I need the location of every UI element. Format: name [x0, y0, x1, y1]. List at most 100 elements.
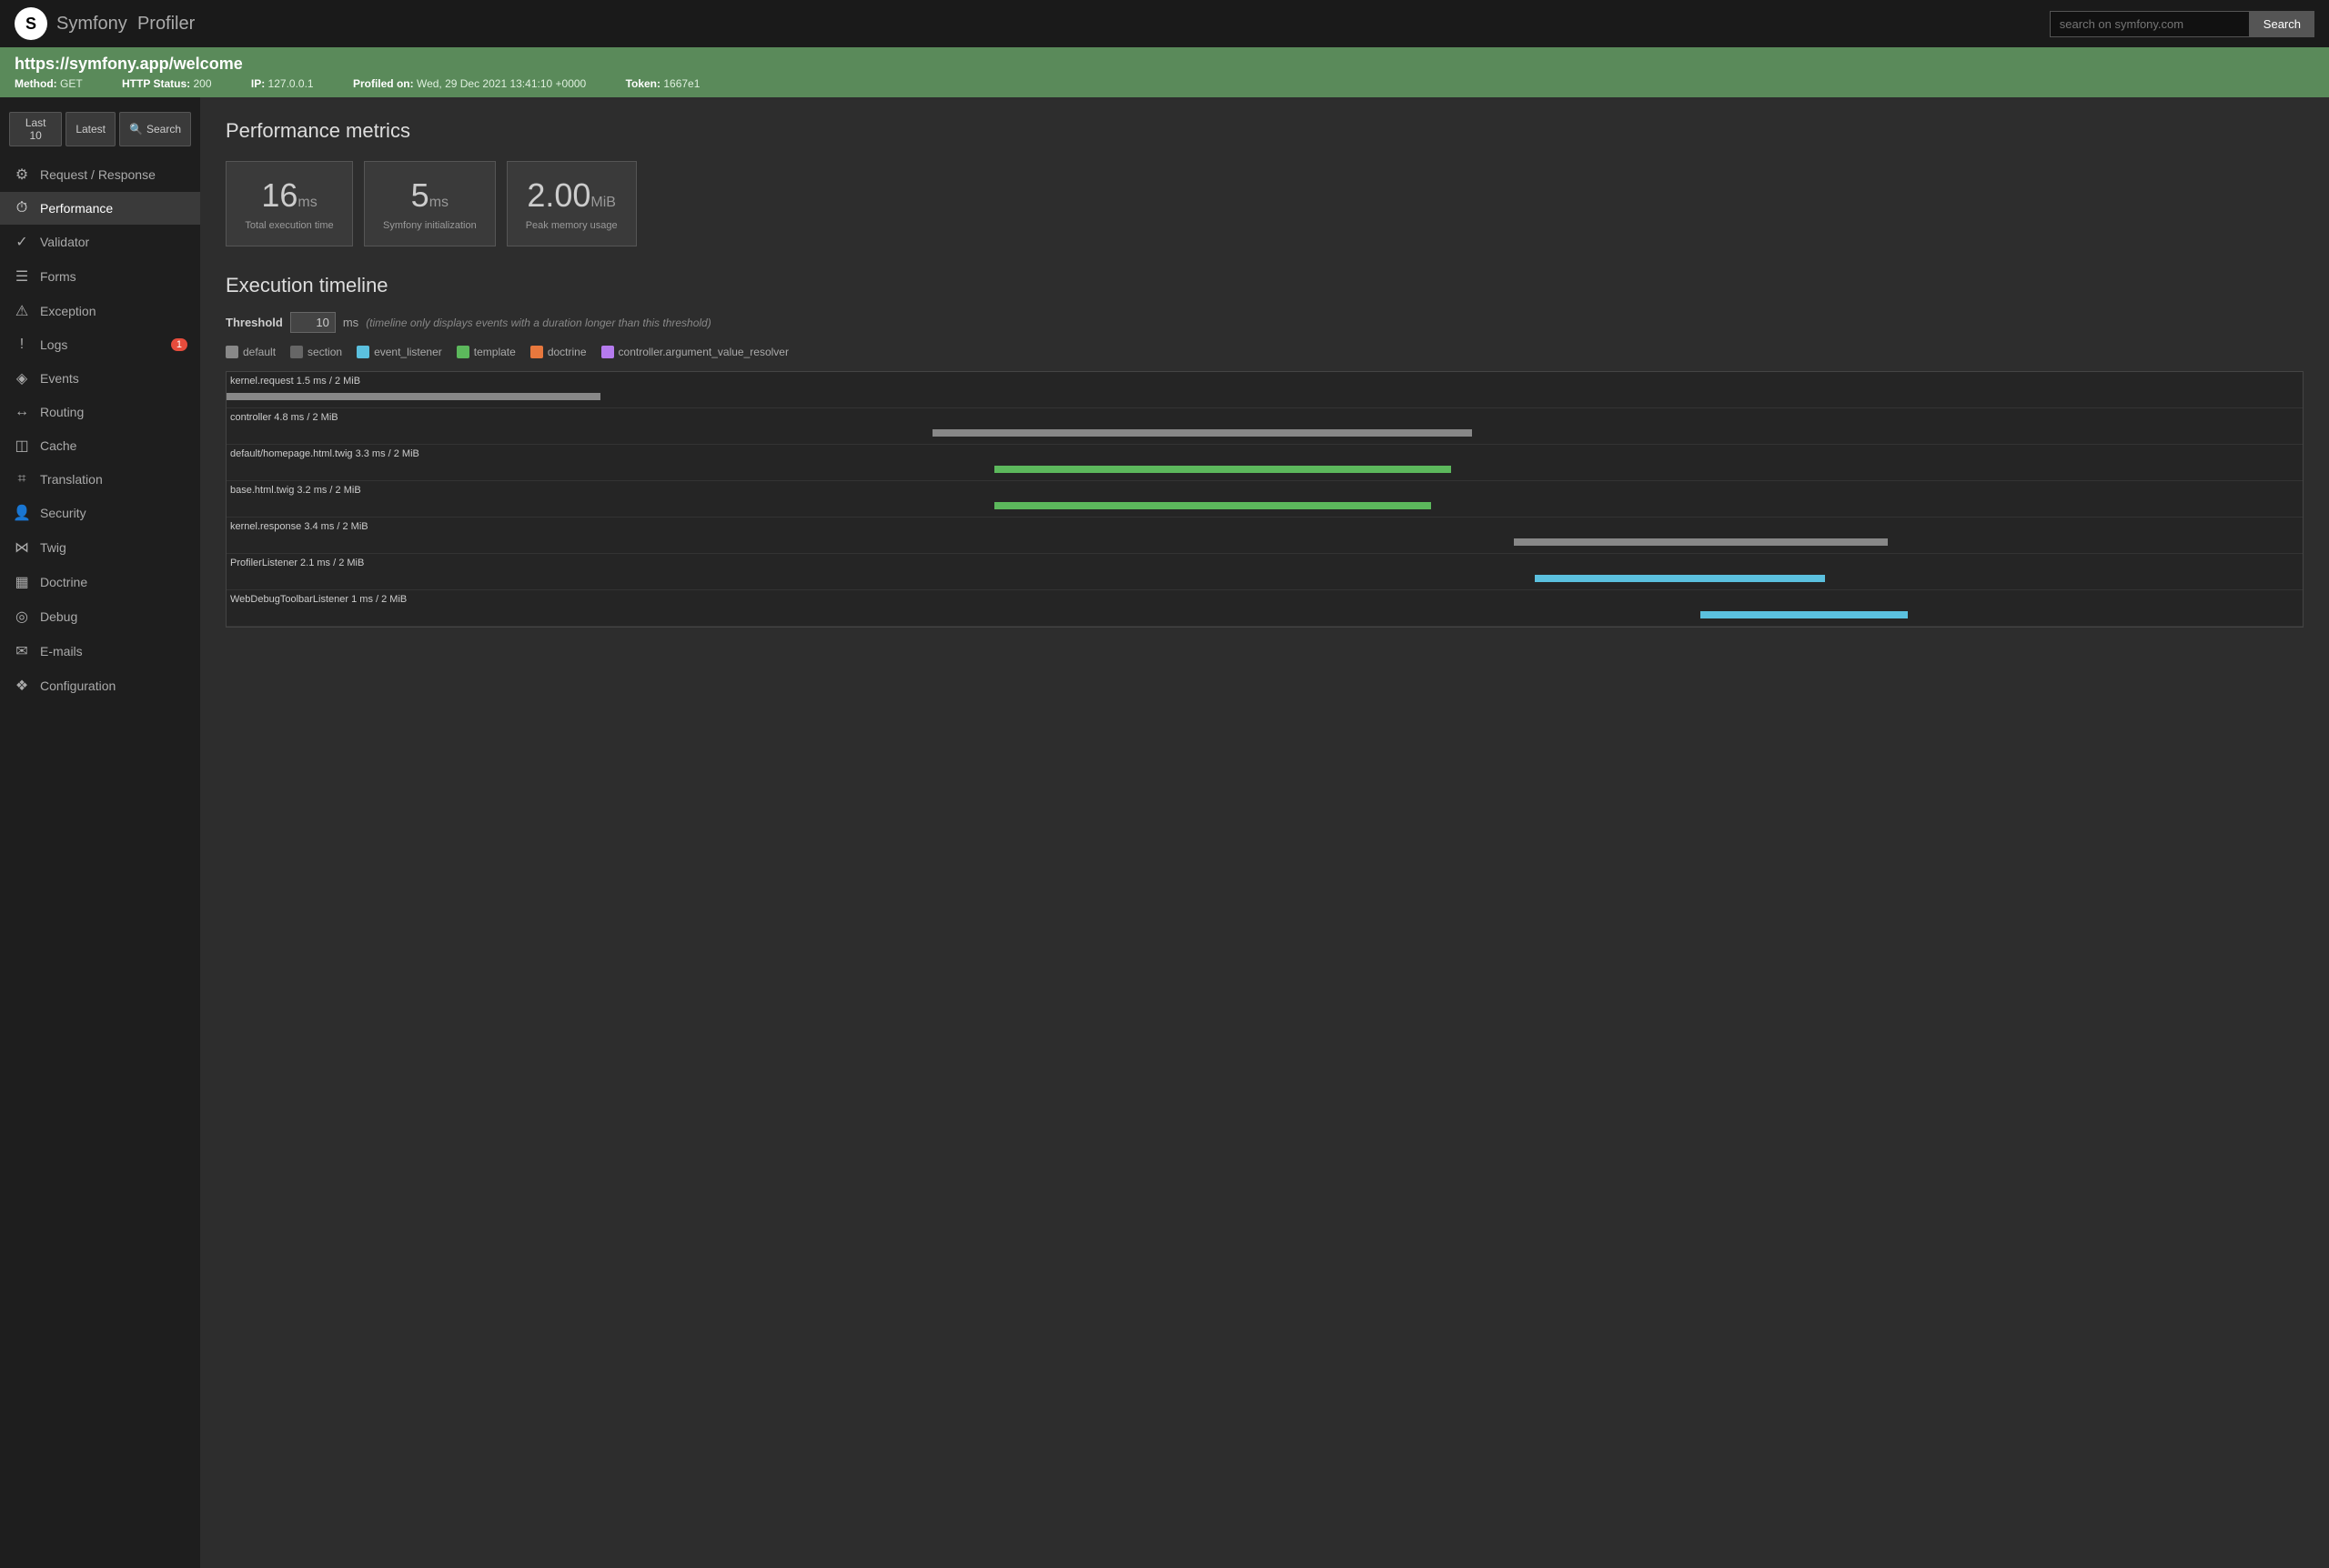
app-title: Symfony Profiler	[56, 14, 195, 35]
forms-icon: ☰	[13, 267, 31, 286]
timeline-row: WebDebugToolbarListener 1 ms / 2 MiB	[227, 590, 2303, 627]
legend-section: section	[290, 346, 342, 358]
ip-value: 127.0.0.1	[268, 77, 314, 90]
metrics-row: 16ms Total execution time 5ms Symfony in…	[226, 161, 2304, 246]
exception-icon: ⚠	[13, 302, 31, 320]
sidebar-item-events[interactable]: ◈ Events	[0, 361, 200, 396]
timeline-bar	[994, 502, 1430, 509]
main-content: Performance metrics 16ms Total execution…	[200, 97, 2329, 1568]
metric-unit: ms	[429, 195, 449, 210]
sidebar-item-configuration[interactable]: ❖ Configuration	[0, 668, 200, 703]
logo-letter: S	[25, 15, 36, 34]
routing-icon: ↔	[13, 404, 31, 420]
timeline-bar	[1514, 538, 1888, 546]
top-bar: S Symfony Profiler Search	[0, 0, 2329, 47]
request-meta: Method: GET HTTP Status: 200 IP: 127.0.0…	[15, 77, 2314, 90]
legend-color-controller_arg	[601, 346, 614, 358]
sidebar-item-security[interactable]: 👤 Security	[0, 496, 200, 530]
logs-icon: !	[13, 337, 31, 353]
metric-label: Symfony initialization	[383, 220, 477, 231]
sidebar-item-label-request-response: Request / Response	[40, 167, 156, 182]
top-bar-brand: S Symfony Profiler	[15, 7, 195, 40]
metric-unit: ms	[297, 195, 317, 210]
legend-event_listener: event_listener	[357, 346, 442, 358]
cache-icon: ◫	[13, 437, 31, 455]
threshold-note: (timeline only displays events with a du…	[366, 317, 711, 329]
sidebar-nav-buttons: Last 10 Latest 🔍 Search	[0, 105, 200, 157]
sidebar-item-label-doctrine: Doctrine	[40, 575, 87, 589]
badge-logs: 1	[171, 338, 187, 351]
header-search-input[interactable]	[2050, 11, 2250, 37]
sidebar-item-forms[interactable]: ☰ Forms	[0, 259, 200, 294]
sidebar-item-logs[interactable]: ! Logs 1	[0, 328, 200, 361]
legend-template: template	[457, 346, 516, 358]
legend-label-doctrine: doctrine	[548, 346, 587, 358]
timeline-row: default/homepage.html.twig 3.3 ms / 2 Mi…	[227, 445, 2303, 481]
main-layout: Last 10 Latest 🔍 Search ⚙ Request / Resp…	[0, 97, 2329, 1568]
sidebar-item-label-emails: E-mails	[40, 644, 83, 658]
sidebar-item-debug[interactable]: ◎ Debug	[0, 599, 200, 634]
metric-value: 2.00MiB	[526, 176, 618, 215]
sidebar-item-performance[interactable]: ⏱ Performance	[0, 192, 200, 225]
sidebar: Last 10 Latest 🔍 Search ⚙ Request / Resp…	[0, 97, 200, 1568]
threshold-input[interactable]	[290, 312, 336, 333]
last-10-button[interactable]: Last 10	[9, 112, 62, 146]
sidebar-item-emails[interactable]: ✉ E-mails	[0, 634, 200, 668]
metric-card: 2.00MiB Peak memory usage	[507, 161, 637, 246]
performance-title: Performance metrics	[226, 119, 2304, 143]
timeline-row: ProfilerListener 2.1 ms / 2 MiB	[227, 554, 2303, 590]
sidebar-item-label-debug: Debug	[40, 609, 77, 624]
sidebar-item-twig[interactable]: ⋈ Twig	[0, 530, 200, 565]
timeline-row-label: base.html.twig 3.2 ms / 2 MiB	[227, 485, 361, 496]
legend: default section event_listener template …	[226, 346, 2304, 358]
metric-card: 16ms Total execution time	[226, 161, 353, 246]
threshold-row: Threshold ms (timeline only displays eve…	[226, 312, 2304, 333]
token: Token: 1667e1	[626, 77, 719, 90]
header-search-button[interactable]: Search	[2250, 11, 2314, 37]
timeline-row-label: kernel.response 3.4 ms / 2 MiB	[227, 521, 368, 532]
sidebar-item-label-performance: Performance	[40, 201, 113, 216]
sidebar-item-label-validator: Validator	[40, 235, 89, 249]
timeline-bar	[227, 393, 600, 400]
profiled-on: Profiled on: Wed, 29 Dec 2021 13:41:10 +…	[353, 77, 608, 90]
url-bar: https://symfony.app/welcome Method: GET …	[0, 47, 2329, 97]
security-icon: 👤	[13, 504, 31, 522]
timeline-area: kernel.request 1.5 ms / 2 MiB controller…	[226, 371, 2304, 628]
sidebar-item-exception[interactable]: ⚠ Exception	[0, 294, 200, 328]
timeline-row-label: ProfilerListener 2.1 ms / 2 MiB	[227, 558, 364, 568]
timeline-bar	[994, 466, 1451, 473]
sidebar-item-cache[interactable]: ◫ Cache	[0, 428, 200, 463]
app-name: Symfony	[56, 14, 127, 34]
doctrine-icon: ▦	[13, 573, 31, 591]
sidebar-item-validator[interactable]: ✓ Validator	[0, 225, 200, 259]
validator-icon: ✓	[13, 233, 31, 251]
http-status: HTTP Status: 200	[122, 77, 233, 90]
sidebar-item-label-routing: Routing	[40, 405, 84, 419]
sidebar-item-doctrine[interactable]: ▦ Doctrine	[0, 565, 200, 599]
profiled-on-value: Wed, 29 Dec 2021 13:41:10 +0000	[417, 77, 586, 90]
sidebar-item-label-cache: Cache	[40, 438, 76, 453]
legend-color-default	[226, 346, 238, 358]
timeline-row-label: WebDebugToolbarListener 1 ms / 2 MiB	[227, 594, 407, 605]
sidebar-item-label-security: Security	[40, 506, 86, 520]
sidebar-item-label-translation: Translation	[40, 472, 103, 487]
search-icon: 🔍	[129, 123, 143, 136]
sidebar-item-translation[interactable]: ⌗ Translation	[0, 463, 200, 496]
metric-unit: MiB	[590, 195, 616, 210]
timeline-title: Execution timeline	[226, 274, 2304, 297]
metric-value: 16ms	[245, 176, 334, 215]
threshold-label: Threshold	[226, 316, 283, 329]
timeline-bar	[933, 429, 1472, 437]
twig-icon: ⋈	[13, 538, 31, 557]
sidebar-item-request-response[interactable]: ⚙ Request / Response	[0, 157, 200, 192]
sidebar-item-routing[interactable]: ↔ Routing	[0, 396, 200, 428]
legend-color-section	[290, 346, 303, 358]
legend-label-controller_arg: controller.argument_value_resolver	[619, 346, 789, 358]
latest-button[interactable]: Latest	[66, 112, 116, 146]
sidebar-items: ⚙ Request / Response ⏱ Performance ✓ Val…	[0, 157, 200, 703]
sidebar-search-button[interactable]: 🔍 Search	[119, 112, 191, 146]
http-status-value: 200	[193, 77, 211, 90]
symfony-logo: S	[15, 7, 47, 40]
app-subtitle: Profiler	[137, 14, 195, 34]
timeline-row: controller 4.8 ms / 2 MiB	[227, 408, 2303, 445]
